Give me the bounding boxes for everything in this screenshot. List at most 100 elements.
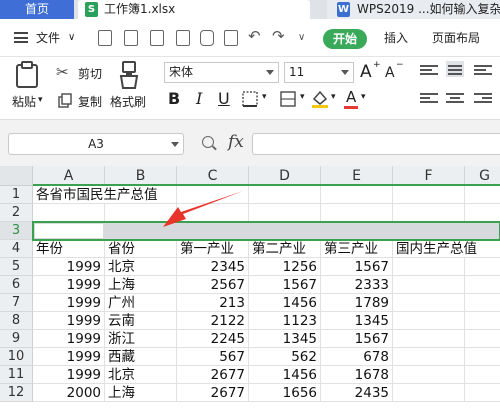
cell[interactable] xyxy=(393,276,465,294)
cell[interactable] xyxy=(33,204,105,222)
undo-icon[interactable]: ↶ xyxy=(248,27,261,45)
row-header-6[interactable]: 6 xyxy=(0,276,33,294)
row-header-3[interactable]: 3 xyxy=(0,222,33,240)
row-header-10[interactable]: 10 xyxy=(0,348,33,366)
print-preview-icon[interactable] xyxy=(224,30,238,46)
cell[interactable] xyxy=(393,258,465,276)
cell[interactable] xyxy=(465,186,500,204)
cell[interactable] xyxy=(465,294,500,312)
data-cell[interactable]: 1567 xyxy=(321,258,393,276)
data-cell[interactable]: 2245 xyxy=(177,330,249,348)
data-cell[interactable]: 浙江 xyxy=(105,330,177,348)
row-header-9[interactable]: 9 xyxy=(0,330,33,348)
cell[interactable] xyxy=(393,366,465,384)
data-cell[interactable]: 1999 xyxy=(33,258,105,276)
data-cell[interactable]: 1656 xyxy=(249,384,321,402)
font-color-chevron-icon[interactable]: ▾ xyxy=(361,92,366,102)
export-pdf-icon[interactable] xyxy=(176,30,190,46)
cell[interactable] xyxy=(249,204,321,222)
data-cell[interactable]: 1456 xyxy=(249,294,321,312)
font-color-button[interactable]: A xyxy=(346,88,356,106)
data-cell[interactable]: 1999 xyxy=(33,366,105,384)
data-cell[interactable]: 2677 xyxy=(177,366,249,384)
data-cell[interactable]: 广州 xyxy=(105,294,177,312)
name-box[interactable]: A3 xyxy=(8,133,184,155)
cell[interactable] xyxy=(393,312,465,330)
data-cell[interactable]: 西藏 xyxy=(105,348,177,366)
menu-insert[interactable]: 插入 xyxy=(384,29,408,47)
data-cell[interactable]: 2333 xyxy=(321,276,393,294)
cell[interactable] xyxy=(393,186,465,204)
grow-font-button[interactable]: A xyxy=(360,62,372,82)
data-cell[interactable]: 1256 xyxy=(249,258,321,276)
data-cell[interactable]: 2122 xyxy=(177,312,249,330)
row-header-12[interactable]: 12 xyxy=(0,384,33,402)
cell[interactable] xyxy=(177,204,249,222)
format-painter-button[interactable]: 格式刷 xyxy=(110,93,146,110)
cell[interactable] xyxy=(393,384,465,402)
data-cell[interactable]: 云南 xyxy=(105,312,177,330)
data-cell[interactable]: 567 xyxy=(177,348,249,366)
cell[interactable] xyxy=(465,258,500,276)
menu-start[interactable]: 开始 xyxy=(323,29,367,49)
align-middle-icon[interactable] xyxy=(446,61,464,77)
chevron-down-icon[interactable]: ∨ xyxy=(68,29,75,47)
paste-button[interactable]: 粘贴 xyxy=(12,93,36,110)
data-cell[interactable]: 1567 xyxy=(321,330,393,348)
fill-color-chevron-icon[interactable]: ▾ xyxy=(331,92,336,102)
column-header-f[interactable]: F xyxy=(393,166,465,186)
cell[interactable] xyxy=(465,276,500,294)
column-header-c[interactable]: C xyxy=(177,166,249,186)
cell[interactable] xyxy=(321,204,393,222)
data-cell[interactable]: 1456 xyxy=(249,366,321,384)
data-cell[interactable]: 上海 xyxy=(105,384,177,402)
tab-home[interactable]: 首页 xyxy=(0,0,74,19)
quick-access-chevron-icon[interactable]: ∨ xyxy=(298,29,305,47)
data-cell[interactable]: 1345 xyxy=(249,330,321,348)
row-header-7[interactable]: 7 xyxy=(0,294,33,312)
cell-merge-icon[interactable] xyxy=(280,91,296,107)
cell[interactable] xyxy=(249,186,321,204)
row-header-8[interactable]: 8 xyxy=(0,312,33,330)
open-folder-icon[interactable] xyxy=(124,30,138,46)
scissors-icon[interactable]: ✂ xyxy=(56,63,69,81)
data-cell[interactable]: 2000 xyxy=(33,384,105,402)
data-cell[interactable]: 1345 xyxy=(321,312,393,330)
align-center-icon[interactable] xyxy=(446,91,464,107)
data-cell[interactable]: 1123 xyxy=(249,312,321,330)
data-cell[interactable]: 1999 xyxy=(33,312,105,330)
italic-button[interactable]: I xyxy=(196,89,202,109)
copy-icon[interactable] xyxy=(58,93,72,108)
cell[interactable] xyxy=(321,186,393,204)
header-cell[interactable]: 第二产业 xyxy=(249,240,321,258)
data-cell[interactable]: 1678 xyxy=(321,366,393,384)
cell[interactable] xyxy=(105,204,177,222)
data-cell[interactable]: 1789 xyxy=(321,294,393,312)
row-header-2[interactable]: 2 xyxy=(0,204,33,222)
cell[interactable] xyxy=(465,312,500,330)
data-cell[interactable]: 1999 xyxy=(33,294,105,312)
data-cell[interactable]: 2677 xyxy=(177,384,249,402)
shrink-font-button[interactable]: A xyxy=(385,65,395,81)
data-cell[interactable]: 2567 xyxy=(177,276,249,294)
data-cell[interactable]: 北京 xyxy=(105,366,177,384)
data-cell[interactable]: 2345 xyxy=(177,258,249,276)
column-header-g[interactable]: G xyxy=(465,166,500,186)
column-header-e[interactable]: E xyxy=(321,166,393,186)
cell[interactable] xyxy=(465,330,500,348)
cell[interactable] xyxy=(393,330,465,348)
header-cell[interactable]: 年份 xyxy=(33,240,105,258)
cut-button[interactable]: 剪切 xyxy=(78,65,102,82)
row-header-1[interactable]: 1 xyxy=(0,186,33,204)
data-cell[interactable]: 1567 xyxy=(249,276,321,294)
header-cell[interactable]: 国内生产总值 xyxy=(393,240,500,258)
tab-workbook[interactable]: S 工作簿1.xlsx xyxy=(78,0,366,19)
font-name-select[interactable]: 宋体 xyxy=(164,62,279,83)
merge-chevron-icon[interactable]: ▾ xyxy=(300,92,305,102)
header-cell[interactable]: 省份 xyxy=(105,240,177,258)
save-icon[interactable] xyxy=(150,30,164,46)
row-header-11[interactable]: 11 xyxy=(0,366,33,384)
align-top-icon[interactable] xyxy=(420,63,438,79)
row-header-5[interactable]: 5 xyxy=(0,258,33,276)
zoom-magnifier-icon[interactable] xyxy=(202,136,214,148)
